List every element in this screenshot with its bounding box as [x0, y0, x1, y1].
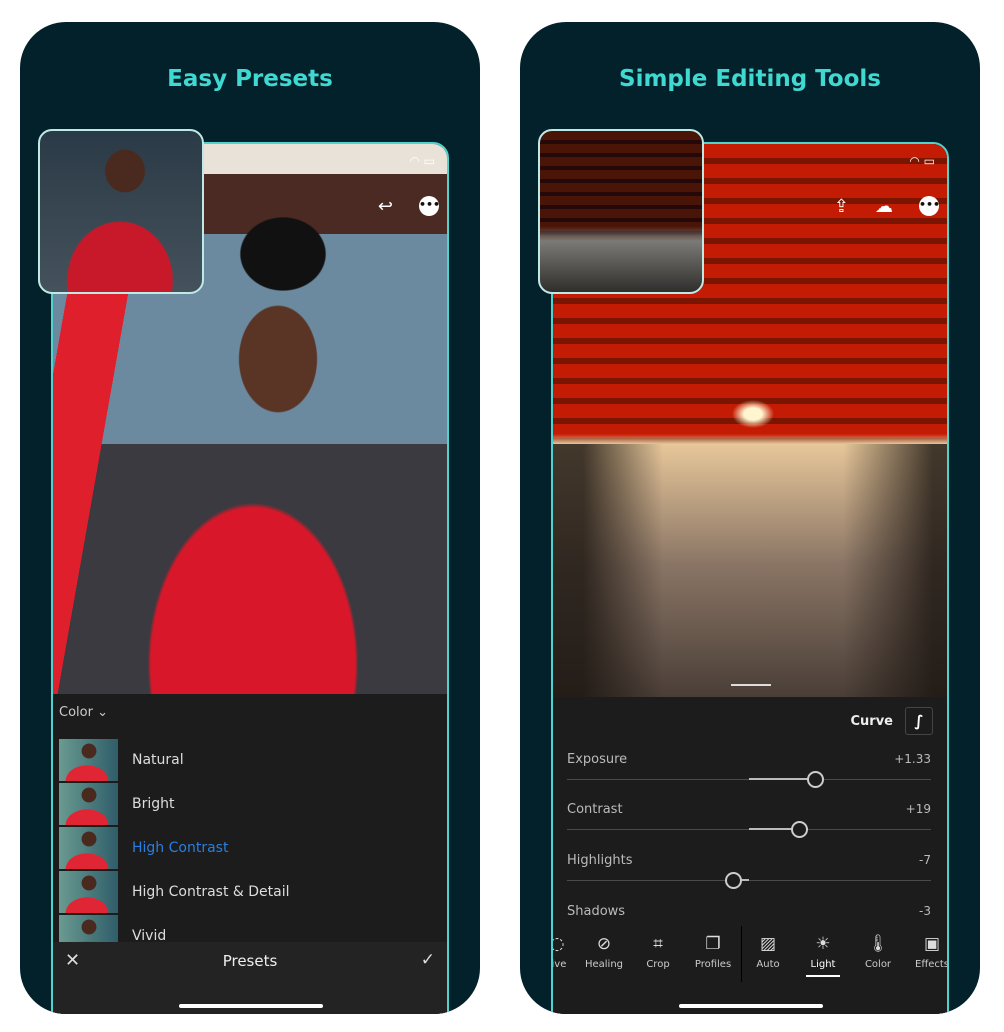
tool-profiles[interactable]: ❐ Profiles: [683, 934, 743, 970]
preset-item-natural[interactable]: Natural: [59, 738, 447, 782]
slider-track[interactable]: [567, 880, 931, 881]
slider-highlights[interactable]: Highlights -7: [567, 853, 931, 893]
tool-label: Effects: [915, 959, 949, 970]
preset-thumbnail: [59, 783, 118, 825]
before-photo-inset: [38, 129, 204, 294]
crop-icon: ⌗: [653, 934, 663, 954]
share-icon[interactable]: ⇪: [834, 196, 849, 217]
undo-icon[interactable]: ↩: [378, 196, 393, 217]
tool-crop[interactable]: ⌗ Crop: [628, 934, 688, 970]
profiles-icon: ❐: [705, 934, 721, 954]
slider-value: -7: [919, 853, 931, 867]
home-indicator: [179, 1004, 323, 1008]
toolbar-divider: [741, 926, 742, 982]
slider-knob[interactable]: [807, 771, 825, 788]
tool-label: Auto: [756, 959, 780, 970]
tool-color[interactable]: 🌡 Color: [848, 934, 908, 970]
more-icon[interactable]: •••: [919, 196, 940, 216]
card-title: Easy Presets: [167, 66, 333, 92]
tool-auto[interactable]: ▨ Auto: [738, 934, 798, 970]
preset-label: High Contrast: [132, 840, 229, 856]
tool-label: Light: [810, 959, 836, 970]
preset-item-high-contrast-detail[interactable]: High Contrast & Detail: [59, 870, 447, 914]
wifi-icon: ◠: [909, 154, 920, 168]
bandage-icon: ⊘: [596, 934, 612, 954]
home-indicator: [679, 1004, 823, 1008]
slider-label: Highlights: [567, 853, 633, 868]
slider-knob[interactable]: [791, 821, 809, 838]
preset-thumbnail: [59, 827, 118, 869]
panel-drag-handle[interactable]: [731, 684, 771, 686]
slider-contrast[interactable]: Contrast +19: [567, 802, 931, 842]
slider-value: +1.33: [894, 752, 931, 766]
slider-label: Exposure: [567, 752, 628, 767]
sun-icon: ☀: [815, 934, 831, 954]
preset-item-bright[interactable]: Bright: [59, 782, 447, 826]
cloud-synced-icon[interactable]: ☁: [875, 196, 893, 217]
preset-label: Bright: [132, 796, 175, 812]
status-bar: ◠ ▭: [409, 154, 435, 168]
slider-fill: [749, 778, 816, 780]
slider-value: +19: [905, 802, 931, 816]
slider-value: -3: [919, 904, 931, 918]
preset-thumbnail: [59, 739, 118, 781]
editing-tools-card: Simple Editing Tools ◠ ▭ ⇪ ☁ ••• Curve ∫ Ex…: [520, 22, 980, 1014]
card-title: Simple Editing Tools: [619, 66, 881, 92]
curve-label: Curve: [850, 713, 894, 729]
slider-knob[interactable]: [724, 872, 742, 889]
effects-icon: ▣: [923, 934, 941, 954]
tool-label: Profiles: [694, 959, 732, 970]
check-icon[interactable]: ✓: [421, 950, 435, 970]
tool-label: Crop: [646, 959, 670, 970]
tool-label: Healing: [584, 959, 624, 970]
bottom-bar-title: Presets: [222, 952, 278, 970]
chevron-down-icon: ⌄: [97, 705, 108, 720]
preset-item-high-contrast[interactable]: High Contrast: [59, 826, 447, 870]
curve-icon: ∫: [905, 707, 933, 735]
slider-label: Shadows: [567, 904, 626, 919]
thermometer-icon: 🌡: [867, 934, 889, 954]
tool-bar: ◌tive⊘Healing⌗Crop❐Profiles▨Auto☀Light🌡C…: [553, 924, 947, 1014]
preset-label: High Contrast & Detail: [132, 884, 290, 900]
easy-presets-card: Easy Presets ◠ ▭ ↩ ••• Color ⌄ Natural Br…: [20, 22, 480, 1014]
battery-icon: ▭: [923, 154, 935, 168]
preset-list: Natural Bright High Contrast High Contra…: [59, 738, 447, 958]
status-bar: ◠ ▭: [909, 154, 935, 168]
tool-label: Color: [864, 959, 892, 970]
slider-label: Contrast: [567, 802, 623, 817]
preset-label: Natural: [132, 752, 184, 768]
preset-category-dropdown[interactable]: Color ⌄: [59, 705, 108, 720]
before-photo-inset: [538, 129, 704, 294]
tool-healing[interactable]: ⊘ Healing: [574, 934, 634, 970]
slider-exposure[interactable]: Exposure +1.33: [567, 752, 931, 792]
category-label: Color: [59, 705, 93, 720]
curve-button[interactable]: Curve ∫: [850, 707, 933, 735]
tool-light[interactable]: ☀ Light: [793, 934, 853, 977]
tool-effects[interactable]: ▣ Effects: [902, 934, 949, 970]
battery-icon: ▭: [423, 154, 435, 168]
more-icon[interactable]: •••: [419, 196, 440, 216]
auto-icon: ▨: [759, 934, 777, 954]
preset-thumbnail: [59, 871, 118, 913]
wifi-icon: ◠: [409, 154, 420, 168]
